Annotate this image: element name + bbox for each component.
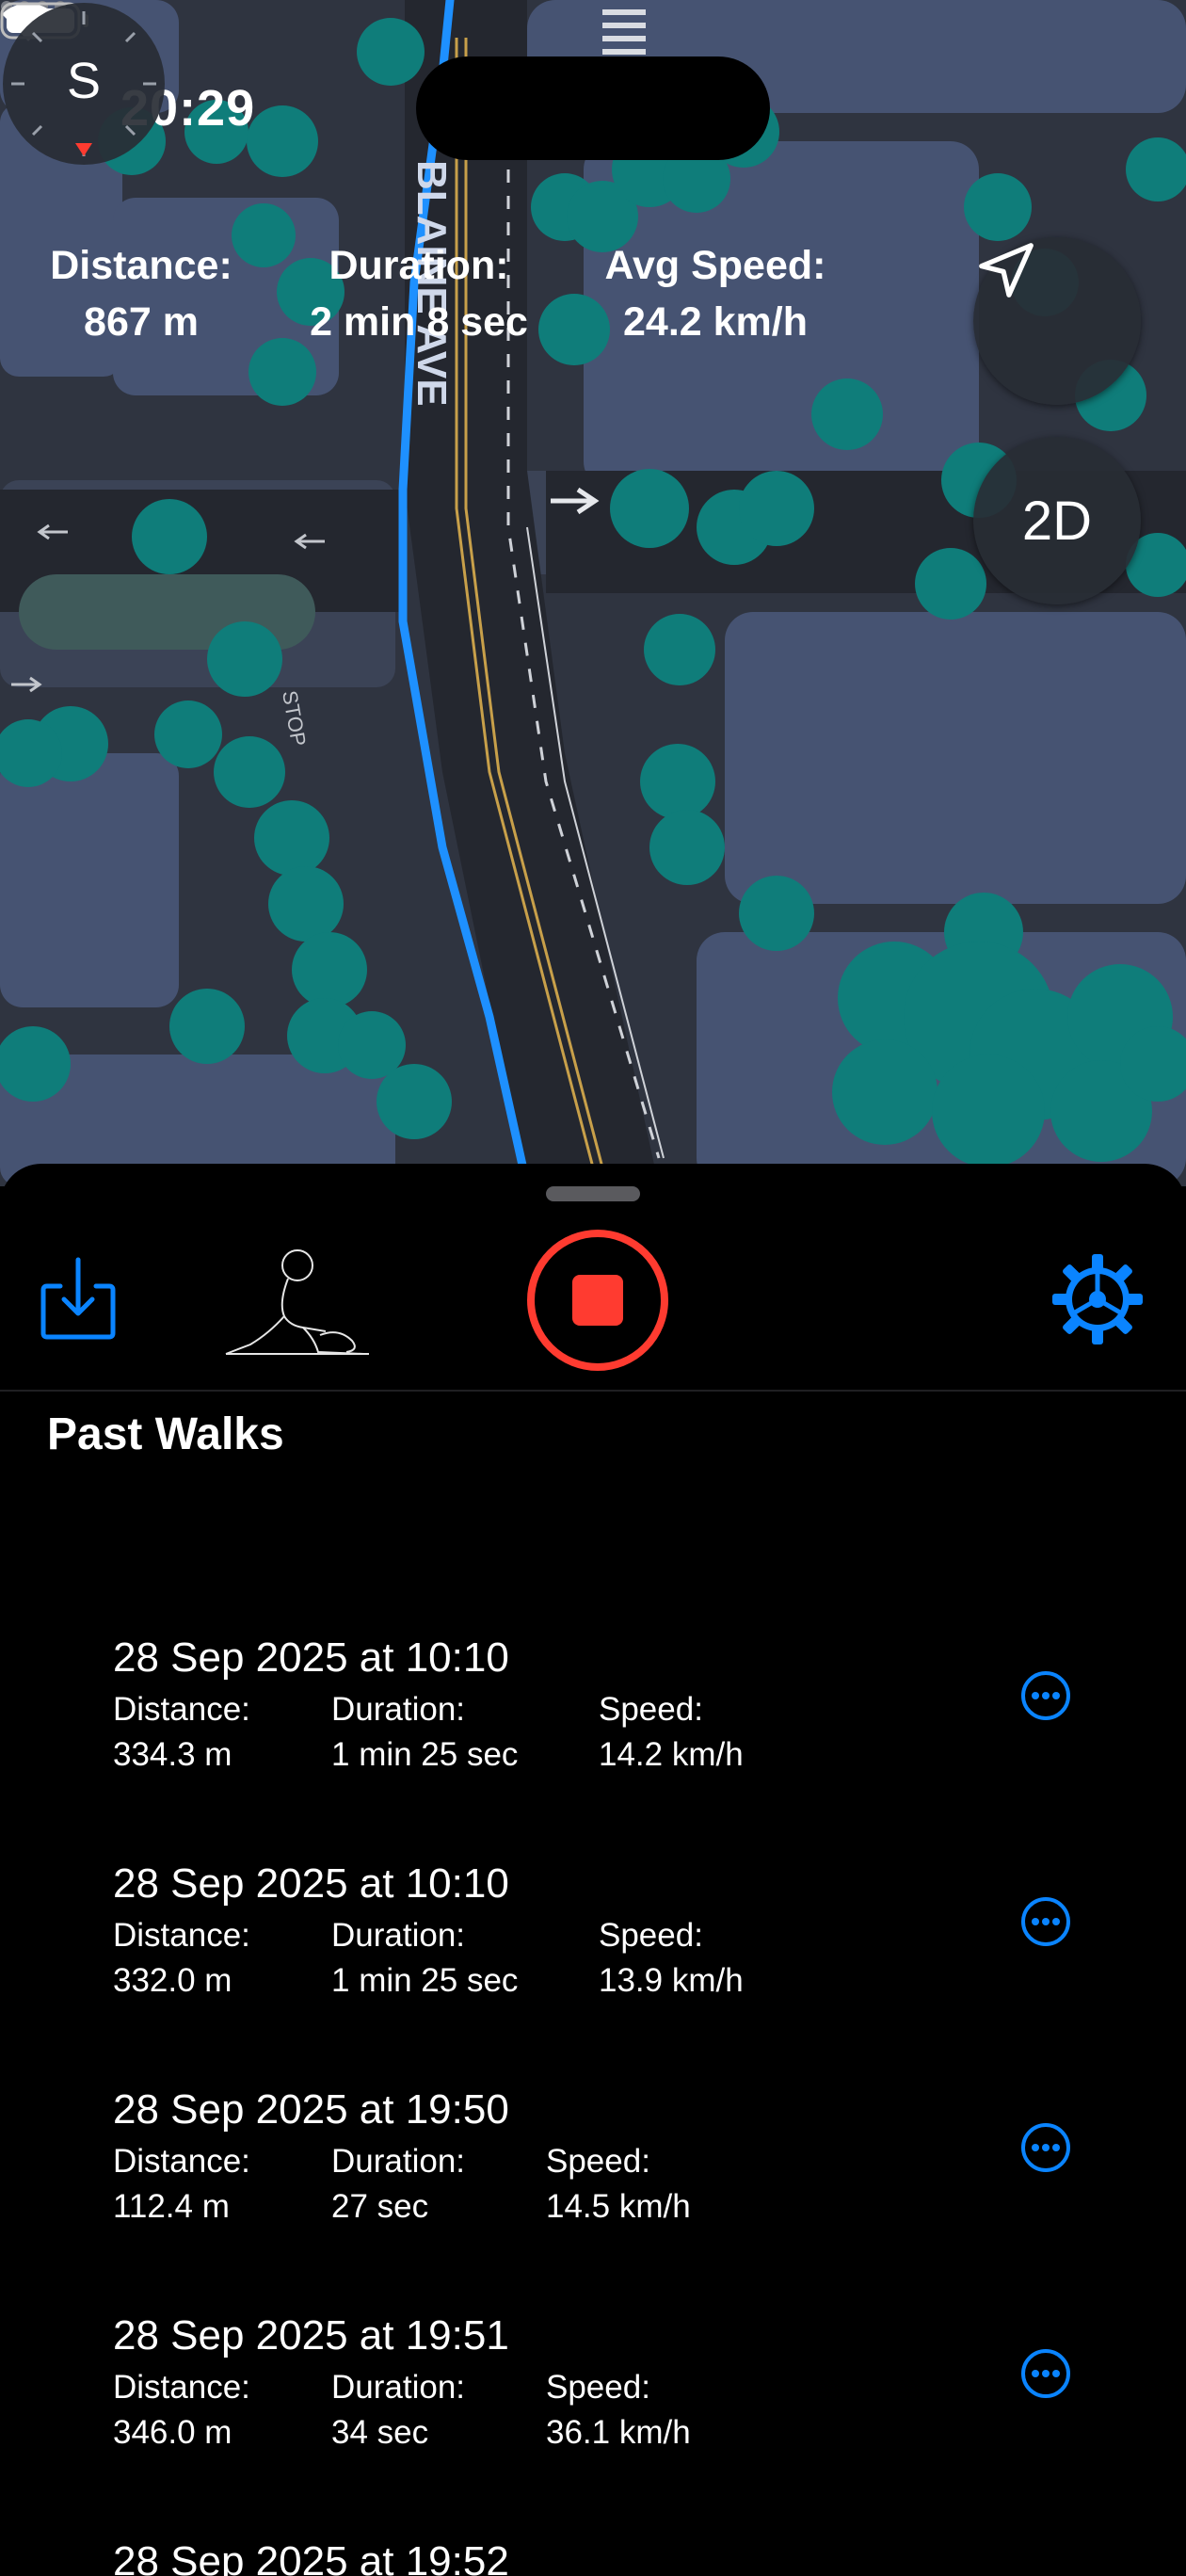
compass-icon[interactable]: S [0, 0, 168, 168]
more-icon[interactable] [1020, 2122, 1071, 2173]
walk-duration-value: 34 sec [331, 2414, 429, 2451]
walk-duration: Duration: 1 min 25 sec [331, 1687, 518, 1778]
stat-distance-value: 867 m [84, 299, 199, 345]
stat-distance-label: Distance: [50, 243, 232, 288]
walk-distance-label: Distance: [113, 2143, 250, 2180]
walk-row[interactable]: 28 Sep 2025 at 19:52 [0, 2538, 1186, 2576]
walk-duration-label: Duration: [331, 1691, 466, 1728]
dynamic-island [416, 56, 770, 160]
walk-date: 28 Sep 2025 at 10:10 [113, 1634, 509, 1681]
walk-speed-value: 13.9 km/h [599, 1962, 744, 1999]
walk-duration-label: Duration: [331, 1917, 466, 1954]
walk-duration-label: Duration: [331, 2143, 466, 2180]
walk-distance: Distance: 346.0 m [113, 2365, 250, 2455]
walk-date: 28 Sep 2025 at 19:51 [113, 2312, 509, 2359]
stat-distance: Distance: 867 m [38, 237, 245, 350]
walk-speed-label: Speed: [546, 2369, 650, 2406]
walk-distance: Distance: 334.3 m [113, 1687, 250, 1778]
map-mode-button[interactable]: 2D [973, 437, 1141, 604]
sheet-grabber[interactable] [546, 1186, 640, 1201]
walk-duration-value: 27 sec [331, 2188, 429, 2225]
walk-distance-value: 334.3 m [113, 1736, 232, 1773]
walk-speed-label: Speed: [599, 1691, 703, 1728]
walk-distance-value: 332.0 m [113, 1962, 232, 1999]
walk-speed: Speed: 14.2 km/h [599, 1687, 744, 1778]
walk-row[interactable]: 28 Sep 2025 at 19:51 Distance: 346.0 m D… [0, 2312, 1186, 2538]
bottom-sheet: Past Walks 28 Sep 2025 at 10:10 Distance… [0, 1164, 1186, 2576]
walk-speed-value: 14.2 km/h [599, 1736, 744, 1773]
walk-distance-label: Distance: [113, 1691, 250, 1728]
walk-date: 28 Sep 2025 at 19:52 [113, 2538, 509, 2576]
walk-duration: Duration: 34 sec [331, 2365, 465, 2455]
walk-distance-value: 112.4 m [113, 2188, 230, 2225]
walk-speed: Speed: 36.1 km/h [546, 2365, 691, 2455]
gear-icon[interactable] [1050, 1252, 1145, 1346]
walk-duration-value: 1 min 25 sec [331, 1736, 519, 1773]
walk-distance-label: Distance: [113, 2369, 250, 2406]
stat-duration: Duration: 2 min 8 sec [301, 237, 537, 350]
walk-speed-label: Speed: [599, 1917, 703, 1954]
locate-button[interactable] [973, 237, 1141, 405]
walker-icon[interactable] [222, 1247, 371, 1360]
walk-duration-value: 1 min 25 sec [331, 1962, 519, 1999]
walk-distance-label: Distance: [113, 1917, 250, 1954]
walk-row[interactable]: 28 Sep 2025 at 10:10 Distance: 332.0 m D… [0, 1860, 1186, 2086]
stat-avg-speed: Avg Speed: 24.2 km/h [593, 237, 838, 350]
more-icon[interactable] [1020, 2348, 1071, 2399]
compass-heading: S [67, 53, 101, 109]
map-canvas: STOP BLAINE AVE [0, 0, 1186, 1186]
walk-speed-value: 14.5 km/h [546, 2188, 691, 2225]
more-icon[interactable] [1020, 1896, 1071, 1947]
stat-duration-value: 2 min 8 sec [310, 299, 528, 345]
walk-duration-label: Duration: [331, 2369, 466, 2406]
walk-duration: Duration: 1 min 25 sec [331, 1913, 518, 2004]
stat-avg-speed-value: 24.2 km/h [623, 299, 808, 345]
walk-speed: Speed: 14.5 km/h [546, 2139, 691, 2230]
walk-row[interactable]: 28 Sep 2025 at 10:10 Distance: 334.3 m D… [0, 1634, 1186, 1860]
toolbar-divider [0, 1390, 1186, 1392]
download-icon[interactable] [40, 1256, 117, 1341]
walk-speed-value: 36.1 km/h [546, 2414, 691, 2451]
walk-distance: Distance: 112.4 m [113, 2139, 250, 2230]
walk-duration: Duration: 27 sec [331, 2139, 465, 2230]
past-walks-title: Past Walks [47, 1409, 284, 1459]
map-view[interactable]: STOP BLAINE AVE 20:29 Distance: 867 m Du… [0, 0, 1186, 1186]
walk-date: 28 Sep 2025 at 19:50 [113, 2086, 509, 2133]
navigation-arrow-icon [979, 243, 1034, 298]
stop-record-icon[interactable] [525, 1228, 670, 1373]
walk-speed: Speed: 13.9 km/h [599, 1913, 744, 2004]
stat-duration-label: Duration: [329, 243, 509, 288]
more-icon[interactable] [1020, 1670, 1071, 1721]
stat-avg-speed-label: Avg Speed: [604, 243, 826, 288]
walk-distance-value: 346.0 m [113, 2414, 232, 2451]
walk-distance: Distance: 332.0 m [113, 1913, 250, 2004]
walk-date: 28 Sep 2025 at 10:10 [113, 1860, 509, 1907]
walk-row[interactable]: 28 Sep 2025 at 19:50 Distance: 112.4 m D… [0, 2086, 1186, 2312]
walk-speed-label: Speed: [546, 2143, 650, 2180]
